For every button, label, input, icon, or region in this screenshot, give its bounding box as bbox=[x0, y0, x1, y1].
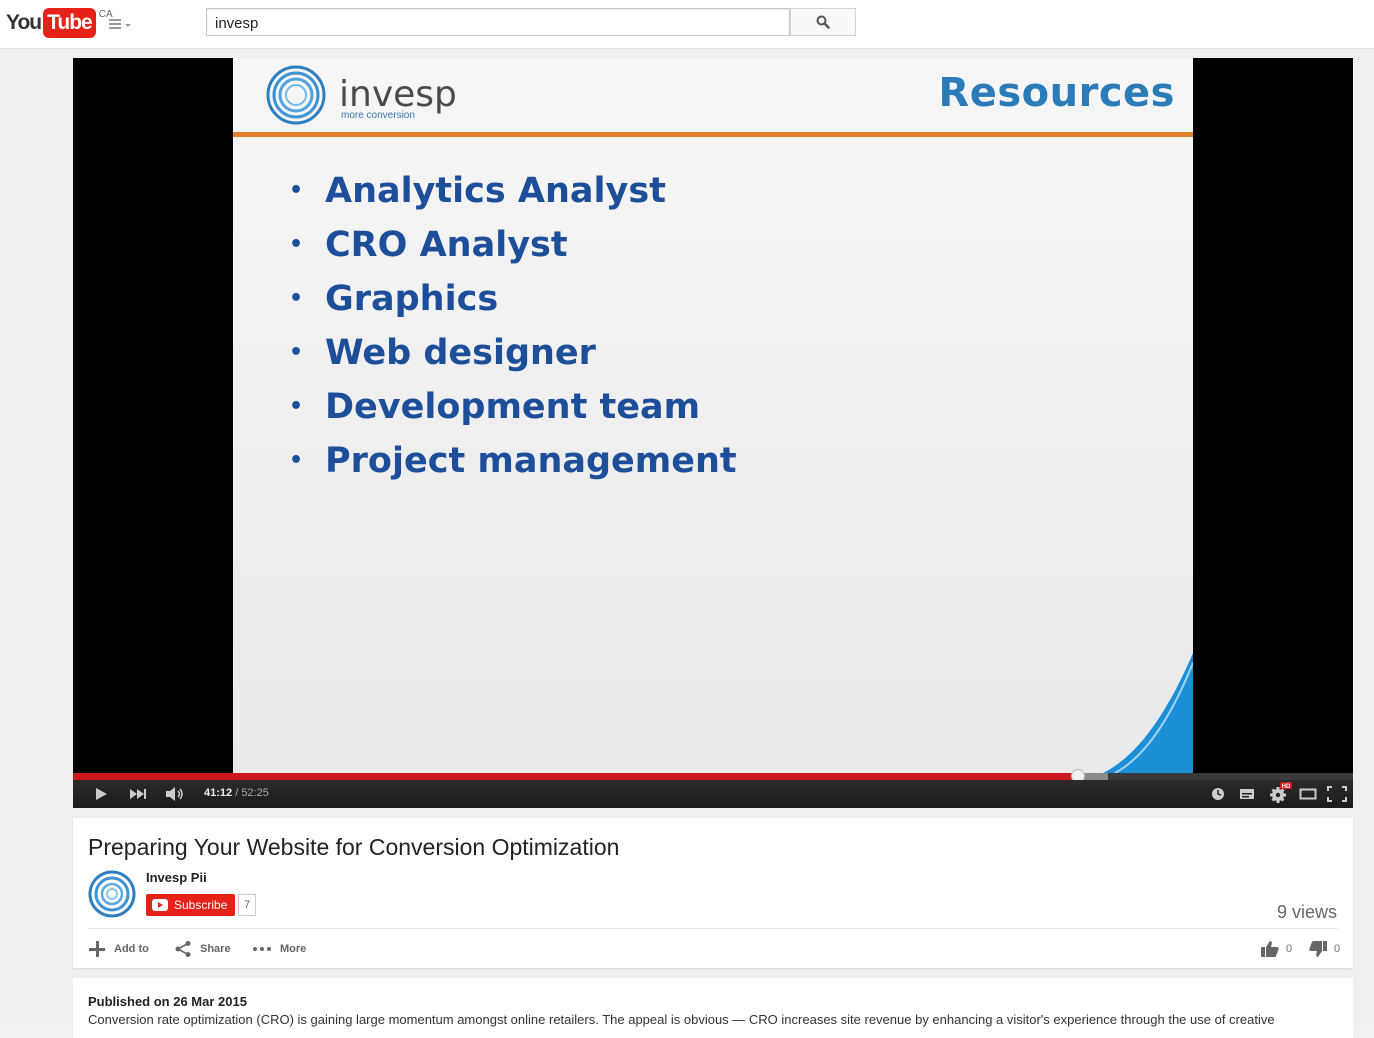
next-icon bbox=[130, 789, 146, 799]
slide-bullet-item: • Development team bbox=[289, 387, 701, 427]
dislike-button[interactable]: 0 bbox=[1308, 940, 1340, 958]
time-display: 41:12 / 52:25 bbox=[204, 787, 269, 799]
video-description: Published on 26 Mar 2015 Conversion rate… bbox=[73, 978, 1353, 1038]
slide-corner-decoration bbox=[1103, 653, 1193, 773]
like-count: 0 bbox=[1286, 943, 1293, 955]
more-icon bbox=[253, 947, 271, 951]
more-label: More bbox=[280, 943, 307, 955]
guide-icon bbox=[109, 19, 131, 29]
channel-name-link[interactable]: Invesp Pii bbox=[146, 870, 207, 885]
progress-played bbox=[73, 773, 1079, 780]
next-button[interactable] bbox=[129, 786, 147, 802]
youtube-play-icon bbox=[152, 899, 168, 911]
search-button[interactable] bbox=[790, 8, 856, 36]
slide-bullet-item: • Graphics bbox=[289, 279, 499, 319]
video-info-card: Preparing Your Website for Conversion Op… bbox=[73, 818, 1353, 968]
total-time: 52:25 bbox=[241, 787, 269, 799]
watch-later-icon bbox=[1212, 788, 1224, 800]
add-to-label: Add to bbox=[114, 943, 149, 955]
description-text: Conversion rate optimization (CRO) is ga… bbox=[88, 1012, 1275, 1027]
fullscreen-button[interactable] bbox=[1327, 786, 1347, 802]
subtitles-icon bbox=[1240, 789, 1254, 799]
like-icon bbox=[1261, 941, 1279, 957]
add-to-button[interactable]: Add to bbox=[88, 940, 149, 958]
share-icon bbox=[175, 941, 191, 957]
view-count: 9 views bbox=[1276, 902, 1337, 922]
youtube-logo[interactable]: You Tube CA bbox=[6, 8, 113, 38]
watch-later-button[interactable] bbox=[1211, 786, 1225, 802]
slide-brand-name: invesp bbox=[339, 74, 457, 115]
actions-divider bbox=[88, 928, 1338, 929]
volume-icon bbox=[166, 787, 183, 801]
published-date: Published on 26 Mar 2015 bbox=[88, 994, 247, 1009]
video-title: Preparing Your Website for Conversion Op… bbox=[88, 834, 620, 860]
settings-icon: HD bbox=[1270, 782, 1292, 803]
search-icon bbox=[816, 15, 830, 29]
theater-mode-button[interactable] bbox=[1299, 786, 1317, 802]
player-controls: 41:12 / 52:25 HD bbox=[73, 780, 1353, 808]
dislike-count: 0 bbox=[1334, 943, 1341, 955]
hd-badge: HD bbox=[1282, 784, 1291, 790]
channel-avatar[interactable] bbox=[88, 870, 136, 918]
subscribe-label: Subscribe bbox=[174, 898, 228, 912]
play-icon bbox=[96, 788, 107, 800]
theater-icon bbox=[1299, 788, 1317, 800]
dislike-icon bbox=[1309, 941, 1327, 957]
slide-bullet-item: • Project management bbox=[289, 441, 737, 481]
slide-bullet-list: • Analytics Analyst • CRO Analyst • Graphic… bbox=[289, 164, 737, 488]
video-player[interactable]: invesp more conversion Resources • Analyt… bbox=[73, 58, 1353, 808]
more-button[interactable]: More bbox=[252, 940, 306, 958]
search-input[interactable] bbox=[213, 10, 777, 36]
slide-bullet-item: • CRO Analyst bbox=[289, 225, 568, 265]
progress-bar[interactable] bbox=[73, 769, 1353, 783]
guide-button[interactable] bbox=[108, 16, 134, 32]
subscriber-count: 7 bbox=[238, 894, 256, 916]
slide-bullet-item: • Analytics Analyst bbox=[289, 171, 666, 211]
subscribe-button[interactable]: Subscribe bbox=[146, 894, 236, 916]
share-button[interactable]: Share bbox=[174, 940, 231, 958]
search-box[interactable] bbox=[206, 8, 790, 36]
slide-brand-tagline: more conversion bbox=[341, 110, 415, 121]
invesp-logo-icon bbox=[266, 65, 326, 125]
slide-title: Resources bbox=[938, 70, 1175, 116]
fullscreen-icon bbox=[1327, 786, 1347, 802]
time-separator: / bbox=[232, 787, 242, 799]
logo-tube-text: Tube bbox=[43, 8, 96, 38]
play-button[interactable] bbox=[93, 786, 109, 802]
logo-you-text: You bbox=[6, 11, 42, 34]
subtitles-button[interactable] bbox=[1239, 786, 1255, 802]
video-frame-slide: invesp more conversion Resources • Analyt… bbox=[233, 58, 1193, 773]
volume-button[interactable] bbox=[165, 786, 185, 802]
add-icon bbox=[89, 941, 105, 957]
slide-divider bbox=[233, 132, 1193, 137]
masthead: You Tube CA bbox=[0, 0, 1374, 49]
current-time: 41:12 bbox=[204, 787, 233, 799]
share-label: Share bbox=[200, 943, 231, 955]
settings-button[interactable]: HD bbox=[1269, 782, 1293, 804]
slide-bullet-item: • Web designer bbox=[289, 333, 596, 373]
like-button[interactable]: 0 bbox=[1260, 940, 1292, 958]
